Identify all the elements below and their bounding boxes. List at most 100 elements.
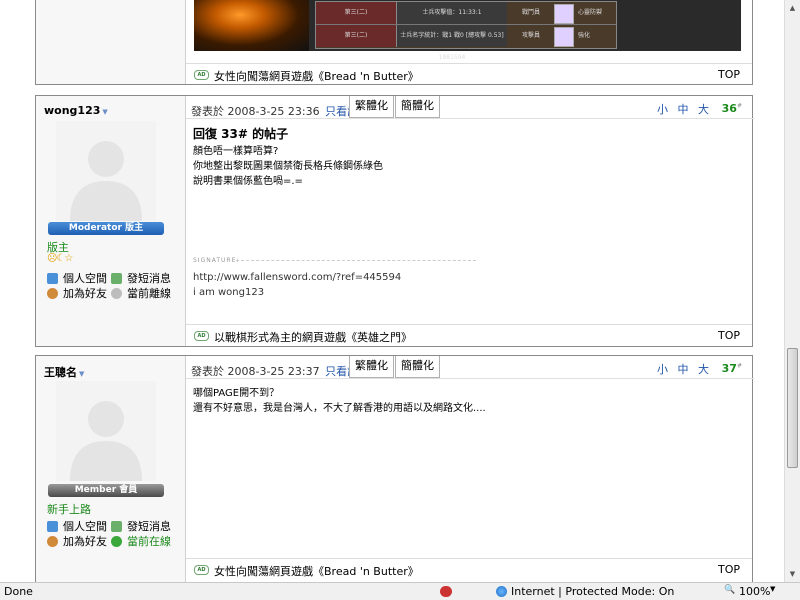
table-cell: 攻擊員 xyxy=(521,32,540,39)
top-link[interactable]: TOP xyxy=(718,329,740,342)
zoom-icon[interactable]: 🔍 xyxy=(724,585,735,595)
message-icon xyxy=(111,273,122,284)
divider xyxy=(186,118,754,119)
screenshot-image: 第三(二) 士兵攻擊值：11:33:1 戰鬥員 心靈防禦 第三(二) 士兵名字統… xyxy=(194,0,741,61)
post-date: 發表於 2008-3-25 23:37 xyxy=(191,365,320,378)
default-avatar-icon xyxy=(56,121,156,221)
top-link[interactable]: TOP xyxy=(718,68,740,81)
user-group: 新手上路 xyxy=(47,503,91,516)
post-footer: AD 以戰棋形式為主的網頁遊戲《英雄之門》 TOP xyxy=(186,324,752,347)
scroll-up-icon[interactable]: ▲ xyxy=(787,2,798,14)
post-date: 發表於 2008-3-25 23:36 xyxy=(191,105,320,118)
action-label: 個人空間 xyxy=(63,272,107,285)
top-link[interactable]: TOP xyxy=(718,563,740,576)
traditional-button[interactable]: 繁體化 xyxy=(349,96,394,118)
add-friend-icon xyxy=(47,536,58,547)
ad-link[interactable]: 女性向闖蕩網頁遊戲《Bread 'n Butter》 xyxy=(214,563,419,579)
prev-post-author-column xyxy=(36,0,186,84)
post-body: 顏色唔一樣算唔算? 你地整出黎既圖果個禁衛長格兵條鋼係綠色 說明書果個係藍色喎=… xyxy=(193,144,383,189)
character-thumbnail xyxy=(554,4,574,24)
default-avatar-icon xyxy=(56,381,156,481)
ad-link[interactable]: 以戰棋形式為主的網頁遊戲《英雄之門》 xyxy=(214,329,412,345)
game-table-image: 第三(二) 士兵攻擊值：11:33:1 戰鬥員 心靈防禦 第三(二) 士兵名字統… xyxy=(315,1,617,61)
home-icon xyxy=(47,521,58,532)
rank-badge: Member 會員 xyxy=(48,484,164,497)
author-column: wong123 ▼ Moderator 版主 版主 ☹☾☆ 個人空間 發短消息 加… xyxy=(36,96,186,346)
action-label: 加為好友 xyxy=(63,287,107,300)
signature-line: i am wong123 xyxy=(193,287,265,298)
post-body: 哪個PAGE開不到？ 還有不好意思，我是台灣人，不大了解香港的用語以及網路文化.… xyxy=(193,386,486,416)
ad-icon: AD xyxy=(194,70,209,80)
status-label: 當前在線 xyxy=(127,535,171,548)
browser-viewport: 第三(二) 士兵攻擊值：11:33:1 戰鬥員 心靈防禦 第三(二) 士兵名字統… xyxy=(0,0,784,582)
divider xyxy=(186,378,754,379)
ad-icon: AD xyxy=(194,565,209,575)
post-line: 說明書果個係藍色喎=.= xyxy=(193,176,303,187)
author-name-text: wong123 xyxy=(44,104,101,117)
table-cell: 士兵攻擊值：11:33:1 xyxy=(397,2,507,24)
chevron-down-icon[interactable]: ▼ xyxy=(770,585,775,593)
post-line: 顏色唔一樣算唔算? xyxy=(193,146,279,157)
table-row: 第三(二) 士兵名字統計：戰1 戰0 [總攻擊 0.53] 1981594 攻擊… xyxy=(316,25,616,61)
personal-space-link[interactable]: 個人空間 xyxy=(47,270,107,286)
add-friend-link[interactable]: 加為好友 xyxy=(47,533,107,549)
chevron-down-icon: ▼ xyxy=(79,370,85,378)
rank-stars-icon: ☹☾☆ xyxy=(47,253,73,264)
floor-number[interactable]: 36# xyxy=(722,102,742,115)
user-status-icon xyxy=(111,288,122,299)
floor-number-text: 36 xyxy=(721,102,737,115)
status-label: 當前離線 xyxy=(127,287,171,300)
post-36: wong123 ▼ Moderator 版主 版主 ☹☾☆ 個人空間 發短消息 加… xyxy=(35,95,754,347)
signature: http://www.fallensword.com/?ref=445594 i… xyxy=(193,270,401,300)
scrollbar-thumb[interactable] xyxy=(787,348,798,468)
security-icon[interactable] xyxy=(440,586,452,597)
post-line: 你地整出黎既圖果個禁衛長格兵條鋼係綠色 xyxy=(193,161,383,172)
post-line: 哪個PAGE開不到？ xyxy=(193,388,280,399)
simplified-button[interactable]: 簡體化 xyxy=(395,96,440,118)
action-label: 個人空間 xyxy=(63,520,107,533)
post-footer: AD 女性向闖蕩網頁遊戲《Bread 'n Butter》 TOP xyxy=(186,558,752,581)
floor-sign: # xyxy=(736,102,742,110)
status-bar: Done Internet | Protected Mode: On 🔍 100… xyxy=(0,582,800,600)
author-column: 王聰名 ▼ Member 會員 新手上路 個人空間 發短消息 加為好友 當前在線 xyxy=(36,356,186,582)
message-icon xyxy=(111,521,122,532)
table-cell: 戰鬥員 xyxy=(521,9,540,16)
font-size-control[interactable]: 小 中 大 xyxy=(657,101,712,117)
table-cell: 士兵名字統計：戰1 戰0 [總攻擊 0.53] 1981594 xyxy=(397,25,507,61)
scroll-down-icon[interactable]: ▼ xyxy=(787,568,798,580)
globe-icon xyxy=(496,586,507,597)
table-cell: 第三(二) xyxy=(316,25,397,47)
action-label: 發短消息 xyxy=(127,272,171,285)
post-footer: AD 女性向闖蕩網頁遊戲《Bread 'n Butter》 TOP xyxy=(186,63,752,86)
vertical-scrollbar[interactable]: ▲ ▼ xyxy=(784,0,800,582)
action-label: 發短消息 xyxy=(127,520,171,533)
author-name-text: 王聰名 xyxy=(44,366,77,379)
security-zone[interactable]: Internet | Protected Mode: On xyxy=(511,585,674,598)
send-message-link[interactable]: 發短消息 xyxy=(111,270,171,286)
character-thumbnail xyxy=(554,27,574,47)
author-name[interactable]: 王聰名 ▼ xyxy=(44,364,84,380)
floor-number-text: 37 xyxy=(721,362,737,375)
home-icon xyxy=(47,273,58,284)
zoom-level[interactable]: 100% xyxy=(739,585,770,598)
online-status: 當前在線 xyxy=(111,533,171,549)
signature-divider xyxy=(236,260,476,261)
floor-sign: # xyxy=(736,362,742,370)
personal-space-link[interactable]: 個人空間 xyxy=(47,518,107,534)
add-friend-link[interactable]: 加為好友 xyxy=(47,285,107,301)
table-row: 第三(二) 士兵攻擊值：11:33:1 戰鬥員 心靈防禦 xyxy=(316,2,616,25)
ad-link[interactable]: 女性向闖蕩網頁遊戲《Bread 'n Butter》 xyxy=(214,68,419,84)
simplified-button[interactable]: 簡體化 xyxy=(395,356,440,378)
signature-link[interactable]: http://www.fallensword.com/?ref=445594 xyxy=(193,270,401,285)
send-message-link[interactable]: 發短消息 xyxy=(111,518,171,534)
add-friend-icon xyxy=(47,288,58,299)
post-37: 王聰名 ▼ Member 會員 新手上路 個人空間 發短消息 加為好友 當前在線 … xyxy=(35,355,754,582)
author-name[interactable]: wong123 ▼ xyxy=(44,104,108,117)
avatar xyxy=(56,121,156,221)
font-size-control[interactable]: 小 中 大 xyxy=(657,361,712,377)
online-status: 當前離線 xyxy=(111,285,171,301)
floor-number[interactable]: 37# xyxy=(722,362,742,375)
traditional-button[interactable]: 繁體化 xyxy=(349,356,394,378)
table-cell: 第三(二) xyxy=(316,2,397,24)
previous-post: 第三(二) 士兵攻擊值：11:33:1 戰鬥員 心靈防禦 第三(二) 士兵名字統… xyxy=(35,0,753,85)
